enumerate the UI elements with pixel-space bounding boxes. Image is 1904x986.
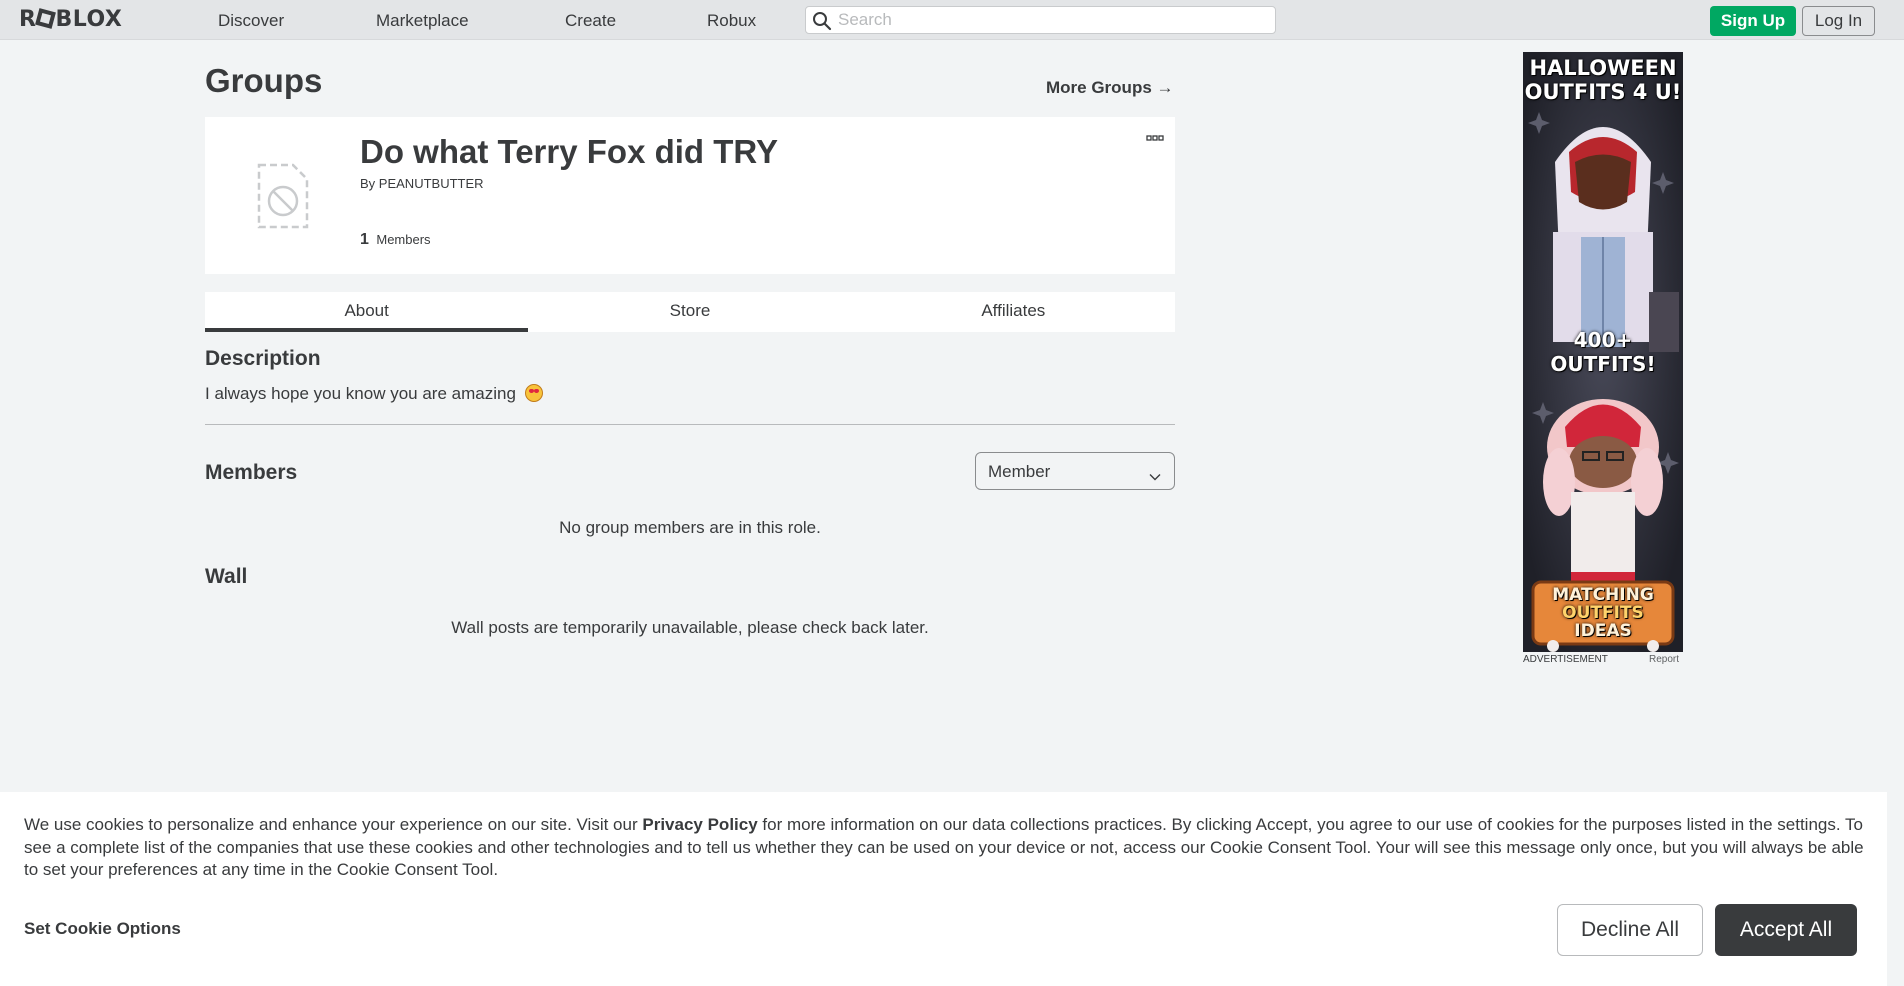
member-count-value: 1 (360, 231, 369, 248)
group-emblem-placeholder-icon (257, 163, 309, 229)
role-dropdown[interactable]: Member (975, 452, 1175, 490)
cookie-consent-banner: We use cookies to personalize and enhanc… (0, 792, 1887, 986)
ad-logo-line-3: IDEAS (1574, 621, 1632, 641)
nav-link-discover[interactable]: Discover (218, 11, 284, 31)
nav-link-robux[interactable]: Robux (707, 11, 756, 31)
member-count-label: Members (376, 232, 431, 247)
ad-logo-line-2: OUTFITS (1562, 603, 1644, 623)
group-tabs: About Store Affiliates (205, 292, 1175, 332)
nav-link-create[interactable]: Create (565, 11, 616, 31)
description-text: I always hope you know you are amazing (205, 384, 516, 403)
group-name: Do what Terry Fox did TRY (360, 133, 779, 170)
search-input[interactable] (838, 10, 1268, 30)
privacy-policy-link[interactable]: Privacy Policy (642, 815, 757, 834)
more-groups-link[interactable]: More Groups → (1046, 78, 1174, 98)
cookie-message: We use cookies to personalize and enhanc… (24, 814, 1869, 882)
more-groups-label: More Groups (1046, 78, 1152, 97)
ad-headline: HALLOWEEN OUTFITS 4 U! (1524, 56, 1682, 104)
cookie-text-before-link: We use cookies to personalize and enhanc… (24, 815, 638, 834)
search-icon (812, 11, 832, 36)
group-owner: By PEANUTBUTTER (360, 176, 484, 192)
star-struck-emoji-icon (524, 384, 543, 402)
wall-unavailable-message: Wall posts are temporarily unavailable, … (451, 618, 929, 637)
roblox-logo[interactable]: R BLOX (19, 8, 122, 32)
description-body: I always hope you know you are amazing (205, 384, 543, 404)
log-in-button[interactable]: Log In (1802, 6, 1875, 36)
members-heading: Members (205, 461, 298, 484)
chevron-down-icon (1149, 468, 1161, 486)
arrow-right-icon: → (1156, 78, 1174, 97)
nav-link-marketplace[interactable]: Marketplace (376, 11, 469, 31)
sign-up-button[interactable]: Sign Up (1710, 6, 1796, 36)
tab-about[interactable]: About (205, 292, 529, 332)
accept-all-button[interactable]: Accept All (1715, 904, 1857, 956)
advertisement-label: ADVERTISEMENT (1523, 654, 1608, 665)
members-empty-message: No group members are in this role. (559, 518, 821, 537)
top-navigation-bar: R BLOX Discover Marketplace Create Robux … (0, 0, 1904, 40)
page-title: Groups (205, 62, 323, 99)
report-ad-link[interactable]: Report (1649, 654, 1679, 666)
group-header-card: Do what Terry Fox did TRY By PEANUTBUTTE… (205, 117, 1175, 274)
role-dropdown-value: Member (988, 462, 1051, 481)
section-divider (205, 424, 1175, 425)
advertisement-banner[interactable]: HALLOWEEN OUTFITS 4 U! 400+ OUTFITS! MAT… (1523, 52, 1683, 652)
ad-logo-line-1: MATCHING (1552, 585, 1654, 605)
group-member-count: 1 Members (360, 231, 431, 249)
set-cookie-options-link[interactable]: Set Cookie Options (24, 919, 181, 939)
ad-subheadline: 400+ OUTFITS! (1550, 328, 1656, 376)
search-box (805, 6, 1276, 34)
tab-affiliates[interactable]: Affiliates (852, 292, 1175, 332)
decline-all-button[interactable]: Decline All (1557, 904, 1703, 956)
owner-prefix: By (360, 176, 376, 191)
more-options-icon[interactable] (1145, 130, 1165, 141)
owner-name-link[interactable]: PEANUTBUTTER (379, 176, 484, 191)
tab-store[interactable]: Store (528, 292, 851, 332)
description-heading: Description (205, 347, 321, 370)
wall-heading: Wall (205, 565, 248, 588)
